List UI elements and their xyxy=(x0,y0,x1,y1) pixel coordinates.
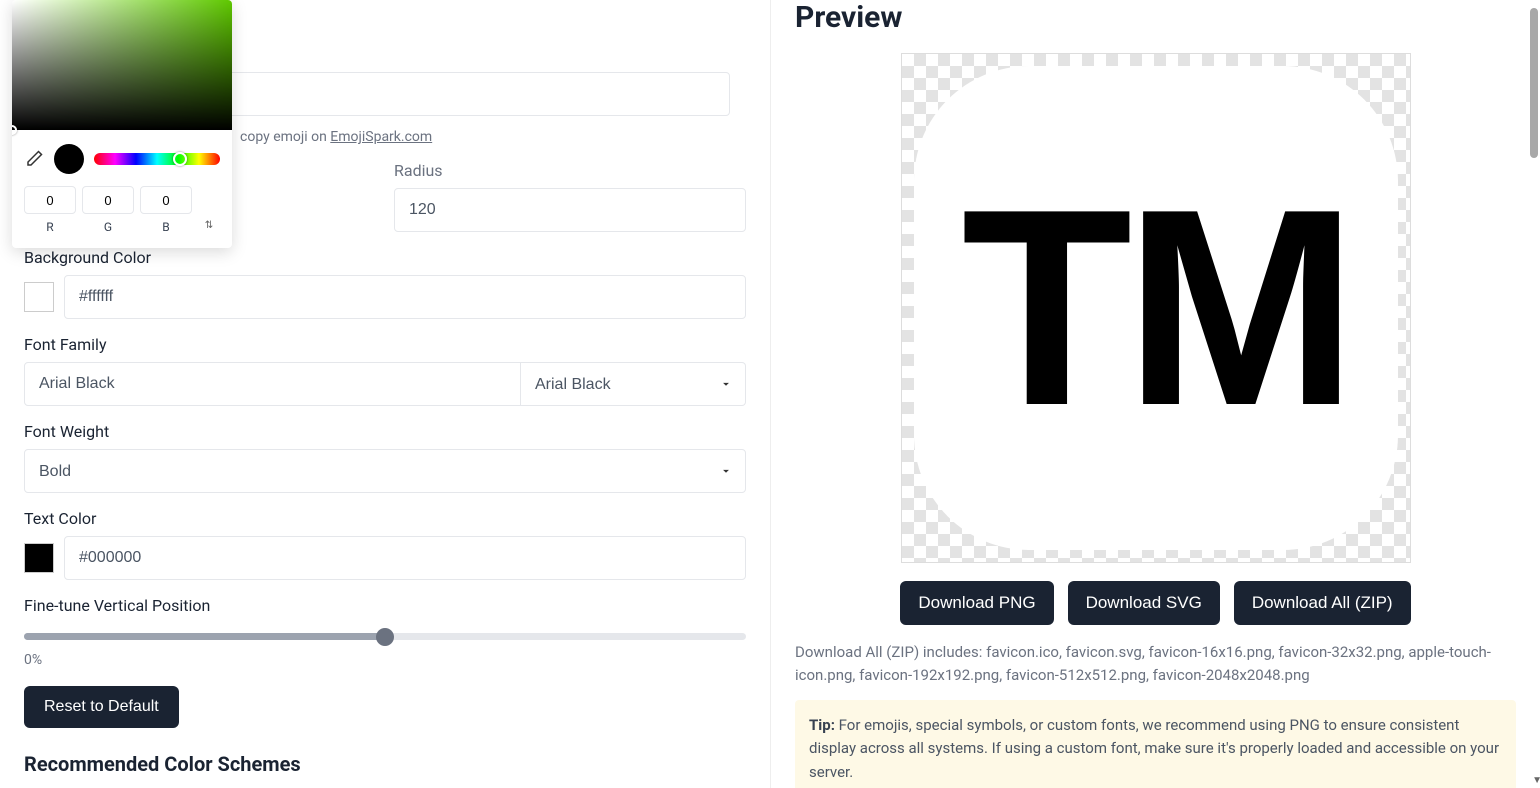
emoji-hint: copy emoji on EmojiSpark.com xyxy=(240,129,432,145)
preview-canvas: TM xyxy=(901,53,1411,563)
color-b-input[interactable] xyxy=(140,186,192,214)
emoji-hint-link[interactable]: EmojiSpark.com xyxy=(330,129,432,145)
preview-panel: Preview TM Download PNG Download SVG Dow… xyxy=(770,0,1540,788)
bg-color-input[interactable] xyxy=(64,275,746,319)
color-saturation-area[interactable] xyxy=(12,0,232,130)
tip-box: Tip: For emojis, special symbols, or cus… xyxy=(795,700,1516,788)
preview-icon: TM xyxy=(914,66,1398,550)
font-weight-label: Font Weight xyxy=(24,406,746,441)
vertical-position-value: 0% xyxy=(24,652,746,668)
download-png-button[interactable]: Download PNG xyxy=(900,581,1053,625)
text-color-swatch[interactable] xyxy=(24,543,54,573)
reset-button[interactable]: Reset to Default xyxy=(24,686,179,728)
radius-label: Radius xyxy=(394,161,746,180)
color-picker-popover[interactable]: R G B ⇅ xyxy=(12,0,232,248)
bg-color-swatch[interactable] xyxy=(24,282,54,312)
zip-includes-text: Download All (ZIP) includes: favicon.ico… xyxy=(795,641,1516,686)
preview-icon-text: TM xyxy=(961,168,1349,448)
color-mode-toggle-icon[interactable]: ⇅ xyxy=(198,220,220,231)
settings-panel: R G B ⇅ xyxy=(0,0,770,788)
font-family-input[interactable] xyxy=(24,362,521,406)
slider-thumb[interactable] xyxy=(376,628,394,646)
hue-slider-thumb[interactable] xyxy=(173,152,187,166)
vertical-position-label: Fine-tune Vertical Position xyxy=(24,580,746,615)
text-color-input[interactable] xyxy=(64,536,746,580)
text-color-label: Text Color xyxy=(24,493,746,528)
color-g-label: G xyxy=(82,220,134,234)
color-r-label: R xyxy=(24,220,76,234)
scroll-down-icon[interactable]: ▼ xyxy=(1532,775,1540,786)
hue-slider[interactable] xyxy=(94,153,220,165)
recommended-schemes-heading: Recommended Color Schemes xyxy=(24,752,746,776)
font-family-select[interactable]: Arial Black xyxy=(521,362,746,406)
scrollbar-thumb[interactable] xyxy=(1530,8,1538,158)
preview-title: Preview xyxy=(795,0,1516,35)
color-b-label: B xyxy=(140,220,192,234)
vertical-position-slider[interactable]: 0% xyxy=(24,623,746,668)
color-g-input[interactable] xyxy=(82,186,134,214)
color-r-input[interactable] xyxy=(24,186,76,214)
font-family-label: Font Family xyxy=(24,319,746,354)
eyedropper-icon[interactable] xyxy=(24,149,44,169)
radius-input[interactable] xyxy=(394,188,746,232)
color-preview-swatch xyxy=(54,144,84,174)
scrollbar[interactable]: ▼ xyxy=(1526,0,1540,788)
download-zip-button[interactable]: Download All (ZIP) xyxy=(1234,581,1411,625)
font-weight-select[interactable]: Bold xyxy=(24,449,746,493)
download-svg-button[interactable]: Download SVG xyxy=(1068,581,1220,625)
